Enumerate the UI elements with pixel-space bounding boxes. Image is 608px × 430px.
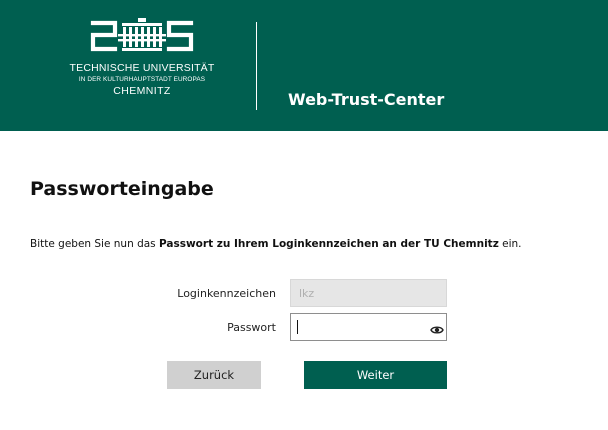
eye-icon[interactable] — [430, 321, 444, 334]
tu-chemnitz-logo[interactable]: TECHNISCHE UNIVERSITÄT IN DER KULTURHAUP… — [64, 18, 220, 114]
page-title: Passworteingabe — [30, 178, 214, 200]
instruction-bold: Passwort zu Ihrem Loginkennzeichen an de… — [158, 238, 499, 250]
login-input — [290, 279, 447, 307]
instruction-suffix: ein. — [498, 238, 522, 250]
logo-text-university: TECHNISCHE UNIVERSITÄT — [69, 62, 215, 74]
back-button[interactable]: Zurück — [167, 361, 261, 389]
next-button[interactable]: Weiter — [304, 361, 447, 389]
password-input[interactable] — [290, 313, 447, 341]
password-label: Passwort — [227, 321, 276, 334]
logo-text-city: CHEMNITZ — [113, 85, 171, 97]
logo-mark-icon — [90, 18, 194, 52]
header: TECHNISCHE UNIVERSITÄT IN DER KULTURHAUP… — [0, 0, 608, 131]
instruction-text: Bitte geben Sie nun das Passwort zu Ihre… — [30, 238, 522, 250]
logo-text-subtitle: IN DER KULTURHAUPTSTADT EUROPAS — [78, 76, 206, 83]
instruction-prefix: Bitte geben Sie nun das — [30, 238, 159, 250]
header-divider — [256, 22, 257, 110]
site-title: Web-Trust-Center — [288, 90, 445, 109]
login-label: Loginkennzeichen — [177, 287, 276, 300]
text-caret — [297, 320, 298, 334]
